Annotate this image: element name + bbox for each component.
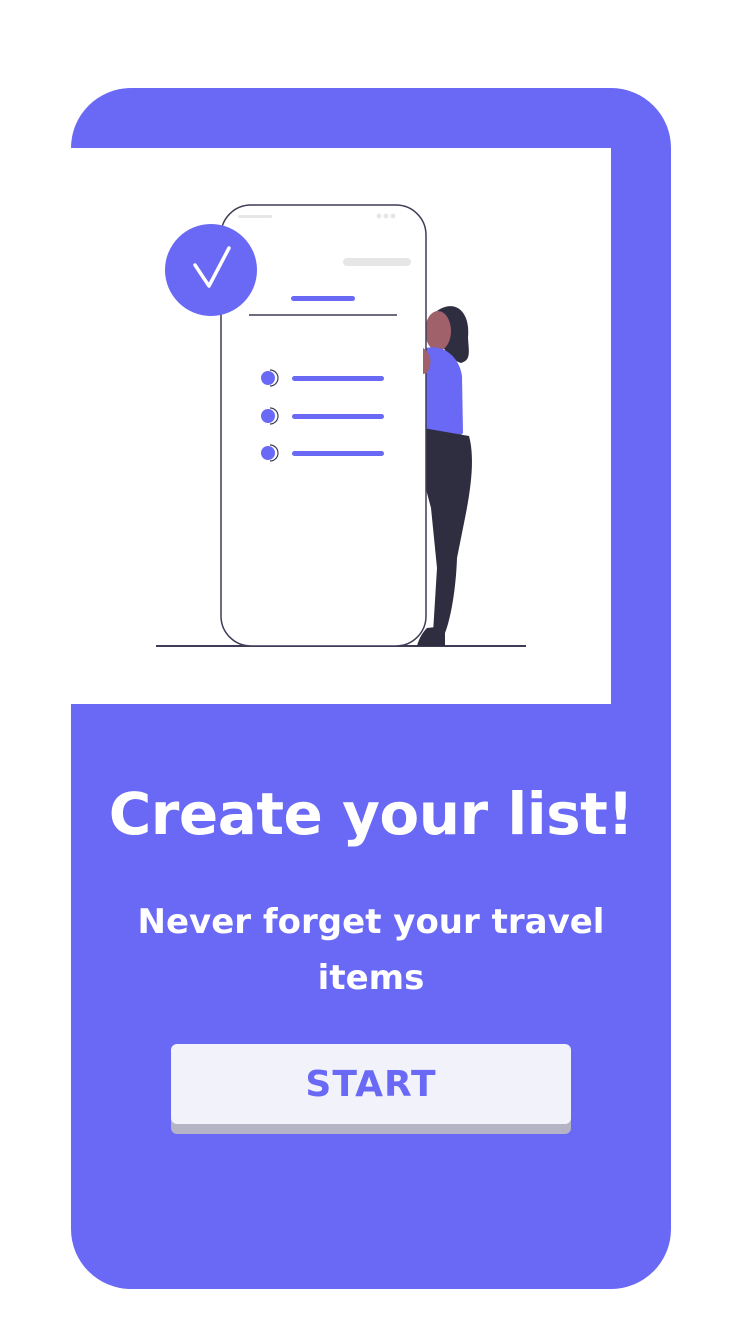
onboarding-title: Create your list!	[108, 780, 634, 848]
start-button[interactable]: START	[171, 1044, 571, 1124]
onboarding-card: Create your list! Never forget your trav…	[71, 88, 671, 1289]
onboarding-illustration	[71, 148, 611, 704]
onboarding-subtitle: Never forget your travel items	[137, 902, 605, 998]
checkmark-icon	[165, 224, 257, 316]
